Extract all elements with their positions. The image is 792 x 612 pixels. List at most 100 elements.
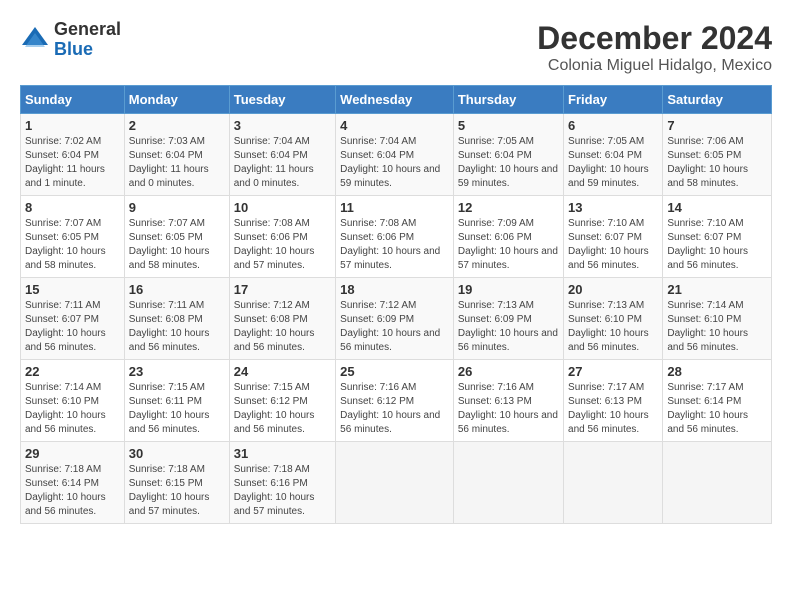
day-number: 15 [25,282,120,297]
day-number: 26 [458,364,559,379]
day-info: Sunrise: 7:04 AM Sunset: 6:04 PM Dayligh… [340,135,449,191]
day-number: 14 [667,200,767,215]
day-cell: 12 Sunrise: 7:09 AM Sunset: 6:06 PM Dayli… [453,196,563,278]
day-number: 7 [667,118,767,133]
header-cell-saturday: Saturday [663,86,772,114]
week-row-5: 29 Sunrise: 7:18 AM Sunset: 6:14 PM Dayli… [21,442,772,524]
day-number: 1 [25,118,120,133]
day-cell: 25 Sunrise: 7:16 AM Sunset: 6:12 PM Dayli… [336,360,454,442]
day-number: 12 [458,200,559,215]
day-number: 21 [667,282,767,297]
day-info: Sunrise: 7:10 AM Sunset: 6:07 PM Dayligh… [667,217,767,273]
day-cell: 21Sunrise: 7:14 AM Sunset: 6:10 PM Dayli… [663,278,772,360]
day-info: Sunrise: 7:11 AM Sunset: 6:08 PM Dayligh… [129,299,225,355]
day-number: 25 [340,364,449,379]
logo-text: General Blue [54,20,121,60]
day-info: Sunrise: 7:03 AM Sunset: 6:04 PM Dayligh… [129,135,225,191]
day-info: Sunrise: 7:17 AM Sunset: 6:14 PM Dayligh… [667,381,767,437]
day-info: Sunrise: 7:09 AM Sunset: 6:06 PM Dayligh… [458,217,559,273]
day-info: Sunrise: 7:14 AM Sunset: 6:10 PM Dayligh… [25,381,120,437]
week-row-2: 8 Sunrise: 7:07 AM Sunset: 6:05 PM Daylig… [21,196,772,278]
day-info: Sunrise: 7:12 AM Sunset: 6:08 PM Dayligh… [234,299,331,355]
day-number: 5 [458,118,559,133]
week-row-1: 1Sunrise: 7:02 AM Sunset: 6:04 PM Daylig… [21,114,772,196]
day-cell: 16Sunrise: 7:11 AM Sunset: 6:08 PM Dayli… [124,278,229,360]
day-cell: 3 Sunrise: 7:04 AM Sunset: 6:04 PM Daylig… [229,114,335,196]
day-cell: 29 Sunrise: 7:18 AM Sunset: 6:14 PM Dayli… [21,442,125,524]
day-info: Sunrise: 7:18 AM Sunset: 6:15 PM Dayligh… [129,463,225,519]
day-info: Sunrise: 7:15 AM Sunset: 6:12 PM Dayligh… [234,381,331,437]
day-cell: 6 Sunrise: 7:05 AM Sunset: 6:04 PM Daylig… [564,114,663,196]
day-cell: 1Sunrise: 7:02 AM Sunset: 6:04 PM Daylig… [21,114,125,196]
day-cell: 26 Sunrise: 7:16 AM Sunset: 6:13 PM Dayli… [453,360,563,442]
logo: General Blue [20,20,121,60]
day-cell: 11 Sunrise: 7:08 AM Sunset: 6:06 PM Dayli… [336,196,454,278]
day-number: 13 [568,200,658,215]
day-number: 9 [129,200,225,215]
week-row-3: 15 Sunrise: 7:11 AM Sunset: 6:07 PM Dayli… [21,278,772,360]
day-cell: 27 Sunrise: 7:17 AM Sunset: 6:13 PM Dayli… [564,360,663,442]
day-cell: 17 Sunrise: 7:12 AM Sunset: 6:08 PM Dayli… [229,278,335,360]
day-cell: 23 Sunrise: 7:15 AM Sunset: 6:11 PM Dayli… [124,360,229,442]
calendar-header: SundayMondayTuesdayWednesdayThursdayFrid… [21,86,772,114]
header-cell-thursday: Thursday [453,86,563,114]
day-number: 23 [129,364,225,379]
header-cell-wednesday: Wednesday [336,86,454,114]
day-info: Sunrise: 7:17 AM Sunset: 6:13 PM Dayligh… [568,381,658,437]
day-number: 29 [25,446,120,461]
day-info: Sunrise: 7:13 AM Sunset: 6:09 PM Dayligh… [458,299,559,355]
title-block: December 2024 Colonia Miguel Hidalgo, Me… [537,20,772,75]
day-number: 17 [234,282,331,297]
logo-icon [20,25,50,55]
day-cell: 28 Sunrise: 7:17 AM Sunset: 6:14 PM Dayli… [663,360,772,442]
day-info: Sunrise: 7:07 AM Sunset: 6:05 PM Dayligh… [129,217,225,273]
day-info: Sunrise: 7:15 AM Sunset: 6:11 PM Dayligh… [129,381,225,437]
day-number: 28 [667,364,767,379]
day-cell: 22Sunrise: 7:14 AM Sunset: 6:10 PM Dayli… [21,360,125,442]
day-number: 6 [568,118,658,133]
day-info: Sunrise: 7:05 AM Sunset: 6:04 PM Dayligh… [568,135,658,191]
day-number: 27 [568,364,658,379]
day-number: 3 [234,118,331,133]
day-info: Sunrise: 7:11 AM Sunset: 6:07 PM Dayligh… [25,299,120,355]
day-info: Sunrise: 7:10 AM Sunset: 6:07 PM Dayligh… [568,217,658,273]
day-cell: 13 Sunrise: 7:10 AM Sunset: 6:07 PM Dayli… [564,196,663,278]
day-number: 30 [129,446,225,461]
day-info: Sunrise: 7:12 AM Sunset: 6:09 PM Dayligh… [340,299,449,355]
subtitle: Colonia Miguel Hidalgo, Mexico [537,57,772,75]
calendar-body: 1Sunrise: 7:02 AM Sunset: 6:04 PM Daylig… [21,114,772,524]
day-cell: 10 Sunrise: 7:08 AM Sunset: 6:06 PM Dayli… [229,196,335,278]
day-cell [663,442,772,524]
day-cell: 31Sunrise: 7:18 AM Sunset: 6:16 PM Dayli… [229,442,335,524]
day-number: 8 [25,200,120,215]
day-info: Sunrise: 7:06 AM Sunset: 6:05 PM Dayligh… [667,135,767,191]
day-cell: 30 Sunrise: 7:18 AM Sunset: 6:15 PM Dayli… [124,442,229,524]
day-cell: 18Sunrise: 7:12 AM Sunset: 6:09 PM Dayli… [336,278,454,360]
main-title: December 2024 [537,20,772,57]
day-cell: 5Sunrise: 7:05 AM Sunset: 6:04 PM Daylig… [453,114,563,196]
day-number: 10 [234,200,331,215]
day-info: Sunrise: 7:04 AM Sunset: 6:04 PM Dayligh… [234,135,331,191]
day-cell [453,442,563,524]
day-cell: 15 Sunrise: 7:11 AM Sunset: 6:07 PM Dayli… [21,278,125,360]
day-number: 11 [340,200,449,215]
day-number: 2 [129,118,225,133]
logo-blue: Blue [54,40,121,60]
calendar-table: SundayMondayTuesdayWednesdayThursdayFrid… [20,85,772,524]
day-info: Sunrise: 7:08 AM Sunset: 6:06 PM Dayligh… [234,217,331,273]
header-cell-sunday: Sunday [21,86,125,114]
day-number: 31 [234,446,331,461]
day-info: Sunrise: 7:18 AM Sunset: 6:14 PM Dayligh… [25,463,120,519]
day-cell: 20Sunrise: 7:13 AM Sunset: 6:10 PM Dayli… [564,278,663,360]
day-info: Sunrise: 7:16 AM Sunset: 6:13 PM Dayligh… [458,381,559,437]
day-number: 19 [458,282,559,297]
day-cell: 19 Sunrise: 7:13 AM Sunset: 6:09 PM Dayli… [453,278,563,360]
day-number: 20 [568,282,658,297]
header-cell-friday: Friday [564,86,663,114]
day-info: Sunrise: 7:08 AM Sunset: 6:06 PM Dayligh… [340,217,449,273]
day-info: Sunrise: 7:16 AM Sunset: 6:12 PM Dayligh… [340,381,449,437]
day-cell: 9 Sunrise: 7:07 AM Sunset: 6:05 PM Daylig… [124,196,229,278]
day-info: Sunrise: 7:07 AM Sunset: 6:05 PM Dayligh… [25,217,120,273]
header-cell-monday: Monday [124,86,229,114]
header-cell-tuesday: Tuesday [229,86,335,114]
